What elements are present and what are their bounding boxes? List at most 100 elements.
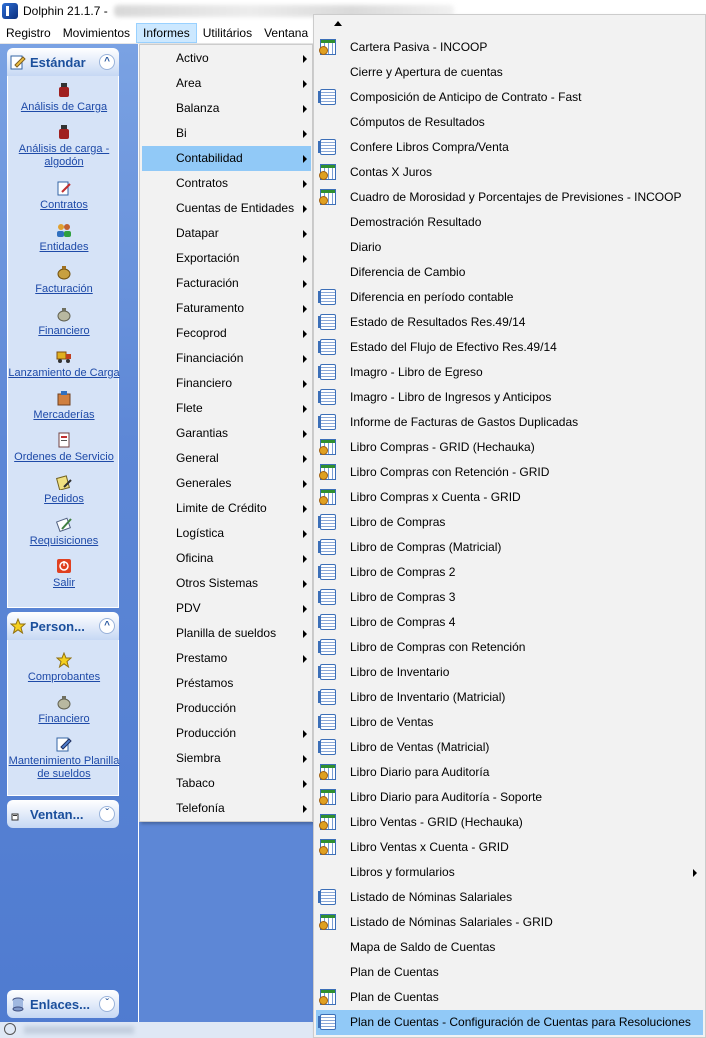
contabilidad-menu-item[interactable]: Mapa de Saldo de Cuentas [316,935,703,960]
contabilidad-menu-item[interactable]: Cómputos de Resultados [316,110,703,135]
contabilidad-menu-item[interactable]: Plan de Cuentas - Configuración de Cuent… [316,1010,703,1035]
nav-item-financiero[interactable]: Financiero [8,306,120,338]
contabilidad-menu-item[interactable]: Libros y formularios [316,860,703,885]
contabilidad-menu-item[interactable]: Diario [316,235,703,260]
nav-item-lanzamiento-carga[interactable]: Lanzamiento de Carga [8,348,120,380]
menu-item-activo[interactable]: Activo [142,46,311,71]
contabilidad-menu-item[interactable]: Libro de Ventas (Matricial) [316,735,703,760]
menu-item-pdv[interactable]: PDV [142,596,311,621]
nav-item-pedidos[interactable]: Pedidos [8,474,120,506]
menu-item-balanza[interactable]: Balanza [142,96,311,121]
contabilidad-menu-item[interactable]: Plan de Cuentas [316,960,703,985]
menu-item-financiero[interactable]: Financiero [142,371,311,396]
menu-registro[interactable]: Registro [0,23,57,43]
menu-item-general[interactable]: General [142,446,311,471]
menu-item-faturamento[interactable]: Faturamento [142,296,311,321]
contabilidad-menu-item[interactable]: Demostración Resultado [316,210,703,235]
contabilidad-menu-item[interactable]: Libro Compras con Retención - GRID [316,460,703,485]
menu-item-tabaco[interactable]: Tabaco [142,771,311,796]
chevron-up-icon[interactable]: ^ [99,618,115,634]
contabilidad-menu-item[interactable]: Cartera Pasiva - INCOOP [316,35,703,60]
contabilidad-menu-item[interactable]: Informe de Facturas de Gastos Duplicadas [316,410,703,435]
menu-utilitarios[interactable]: Utilitários [197,23,258,43]
contabilidad-menu-item[interactable]: Libro Diario para Auditoría - Soporte [316,785,703,810]
contabilidad-menu-item[interactable]: Libro de Compras [316,510,703,535]
nav-item-mercaderias[interactable]: Mercaderías [8,390,120,422]
contabilidad-menu-item[interactable]: Libro de Compras 4 [316,610,703,635]
nav-item-contratos[interactable]: Contratos [8,180,120,212]
group-header-estandar[interactable]: Estándar ^ [7,48,119,76]
contabilidad-menu-item[interactable]: Libro de Compras (Matricial) [316,535,703,560]
contabilidad-menu-item[interactable]: Libro Compras - GRID (Hechauka) [316,435,703,460]
contabilidad-menu-item[interactable]: Libro de Compras con Retención [316,635,703,660]
menu-item-area[interactable]: Area [142,71,311,96]
menu-item-cuentas-entidades[interactable]: Cuentas de Entidades [142,196,311,221]
contabilidad-menu-item[interactable]: Diferencia en período contable [316,285,703,310]
menu-item-generales[interactable]: Generales [142,471,311,496]
contabilidad-menu-item[interactable]: Contas X Juros [316,160,703,185]
contabilidad-menu-item[interactable]: Libro Ventas - GRID (Hechauka) [316,810,703,835]
menu-item-financiacion[interactable]: Financiación [142,346,311,371]
nav-item-analisis-carga[interactable]: Análisis de Carga [8,82,120,114]
menu-item-contratos[interactable]: Contratos [142,171,311,196]
menu-item-garantias[interactable]: Garantias [142,421,311,446]
menu-item-limite-credito[interactable]: Limite de Crédito [142,496,311,521]
menu-item-produccion-sub[interactable]: Producción [142,721,311,746]
nav-item-facturacion[interactable]: Facturación [8,264,120,296]
menu-movimientos[interactable]: Movimientos [57,23,136,43]
menu-item-oficina[interactable]: Oficina [142,546,311,571]
group-header-personal[interactable]: Person... ^ [7,612,119,640]
menu-item-logistica[interactable]: Logística [142,521,311,546]
contabilidad-menu-item[interactable]: Diferencia de Cambio [316,260,703,285]
contabilidad-menu-item[interactable]: Listado de Nóminas Salariales - GRID [316,910,703,935]
menu-item-otros-sistemas[interactable]: Otros Sistemas [142,571,311,596]
nav-item-comprobantes[interactable]: Comprobantes [8,651,120,684]
nav-item-financiero-personal[interactable]: Financiero [8,694,120,726]
contabilidad-menu-item[interactable]: Confere Libros Compra/Venta [316,135,703,160]
menu-item-flete[interactable]: Flete [142,396,311,421]
contabilidad-menu-item[interactable]: Estado de Resultados Res.49/14 [316,310,703,335]
menu-item-telefonia[interactable]: Telefonía [142,796,311,821]
menu-item-prestamo[interactable]: Prestamo [142,646,311,671]
menu-item-bi[interactable]: Bi [142,121,311,146]
contabilidad-menu-item[interactable]: Listado de Nóminas Salariales [316,885,703,910]
contabilidad-menu-item[interactable]: Plan de Cuentas [316,985,703,1010]
contabilidad-menu-item[interactable]: Libro de Compras 2 [316,560,703,585]
menu-ventana[interactable]: Ventana [258,23,314,43]
contabilidad-menu-item[interactable]: Libro de Compras 3 [316,585,703,610]
contabilidad-menu-item[interactable]: Imagro - Libro de Ingresos y Anticipos [316,385,703,410]
nav-item-analisis-algodon[interactable]: Análisis de carga - algodón [8,124,120,169]
contabilidad-menu-item[interactable]: Composición de Anticipo de Contrato - Fa… [316,85,703,110]
contabilidad-menu-item[interactable]: Imagro - Libro de Egreso [316,360,703,385]
contabilidad-menu-item[interactable]: Libro Ventas x Cuenta - GRID [316,835,703,860]
scroll-up-arrow-icon[interactable] [334,21,342,26]
contabilidad-menu-item[interactable]: Cuadro de Morosidad y Porcentajes de Pre… [316,185,703,210]
nav-item-entidades[interactable]: Entidades [8,222,120,254]
contabilidad-menu-item[interactable]: Libro Diario para Auditoría [316,760,703,785]
menu-item-planilla-sueldos[interactable]: Planilla de sueldos [142,621,311,646]
chevron-down-icon[interactable]: ˇ [99,806,115,822]
menu-item-siembra[interactable]: Siembra [142,746,311,771]
chevron-down-icon[interactable]: ˇ [99,996,115,1012]
contabilidad-menu-item[interactable]: Libro de Inventario (Matricial) [316,685,703,710]
menu-item-facturacion[interactable]: Facturación [142,271,311,296]
nav-item-requisiciones[interactable]: Requisiciones [8,516,120,548]
contabilidad-menu-item[interactable]: Libro de Ventas [316,710,703,735]
chevron-up-icon[interactable]: ^ [99,54,115,70]
menu-item-datapar[interactable]: Datapar [142,221,311,246]
contabilidad-menu-item[interactable]: Cierre y Apertura de cuentas [316,60,703,85]
menu-informes[interactable]: Informes [136,22,197,43]
contabilidad-menu-item[interactable]: Estado del Flujo de Efectivo Res.49/14 [316,335,703,360]
contabilidad-menu-item[interactable]: Libro Compras x Cuenta - GRID [316,485,703,510]
contabilidad-menu-item[interactable]: Libro de Inventario [316,660,703,685]
nav-item-mantenimiento-planilla[interactable]: Mantenimiento Planilla de sueldos [8,736,120,781]
nav-item-salir[interactable]: Salir [8,558,120,590]
menu-item-contabilidad[interactable]: Contabilidad [142,146,311,171]
group-header-ventanas[interactable]: Ventan... ˇ [7,800,119,828]
menu-item-exportacion[interactable]: Exportación [142,246,311,271]
nav-item-ordenes-servicio[interactable]: Ordenes de Servicio [8,432,120,464]
group-header-enlaces[interactable]: Enlaces... ˇ [7,990,119,1018]
menu-item-fecoprod[interactable]: Fecoprod [142,321,311,346]
menu-item-produccion[interactable]: Producción [142,696,311,721]
menu-item-prestamos[interactable]: Préstamos [142,671,311,696]
